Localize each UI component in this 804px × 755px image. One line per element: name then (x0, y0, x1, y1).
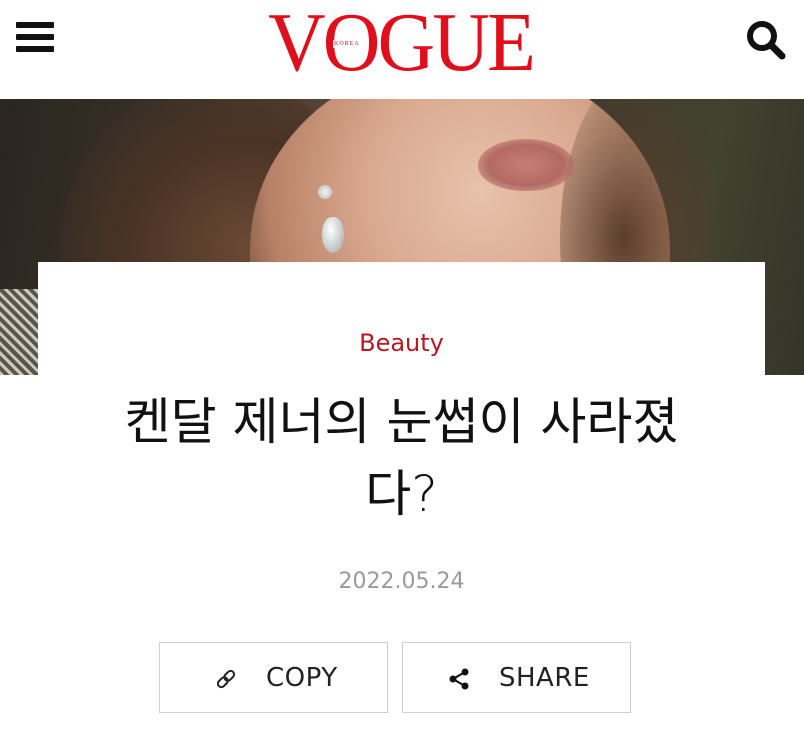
share-button-label: SHARE (499, 663, 590, 693)
copy-link-button[interactable]: COPY (159, 642, 388, 713)
article-header-card: Beauty 켄달 제너의 눈썹이 사라졌다? 2022.05.24 COPY … (38, 262, 765, 755)
menu-bar (16, 34, 54, 40)
share-icon (449, 668, 469, 690)
hero-rug-pattern (0, 289, 40, 375)
hero-earring-stud (318, 185, 332, 199)
logo-wordmark: VOGUE (268, 0, 536, 89)
article-page: VOGUE KOREA Beauty 켄달 제너의 눈썹이 사라졌다? 2022… (0, 0, 804, 755)
share-button[interactable]: SHARE (402, 642, 631, 713)
logo-edition-label: KOREA (333, 40, 361, 48)
menu-bar (16, 46, 54, 52)
copy-button-label: COPY (266, 663, 338, 693)
article-category[interactable]: Beauty (38, 328, 765, 358)
search-icon-glyph (747, 21, 786, 60)
search-icon[interactable] (744, 18, 788, 62)
menu-bar (16, 22, 54, 28)
link-icon (216, 669, 236, 689)
hero-earring-drop (322, 217, 344, 253)
vogue-logo[interactable]: VOGUE KOREA (268, 0, 536, 89)
article-title: 켄달 제너의 눈썹이 사라졌다? (124, 393, 679, 523)
hero-lips (478, 139, 574, 191)
article-date: 2022.05.24 (338, 569, 465, 594)
site-header: VOGUE KOREA (0, 0, 804, 99)
hamburger-menu-icon[interactable] (16, 20, 54, 54)
